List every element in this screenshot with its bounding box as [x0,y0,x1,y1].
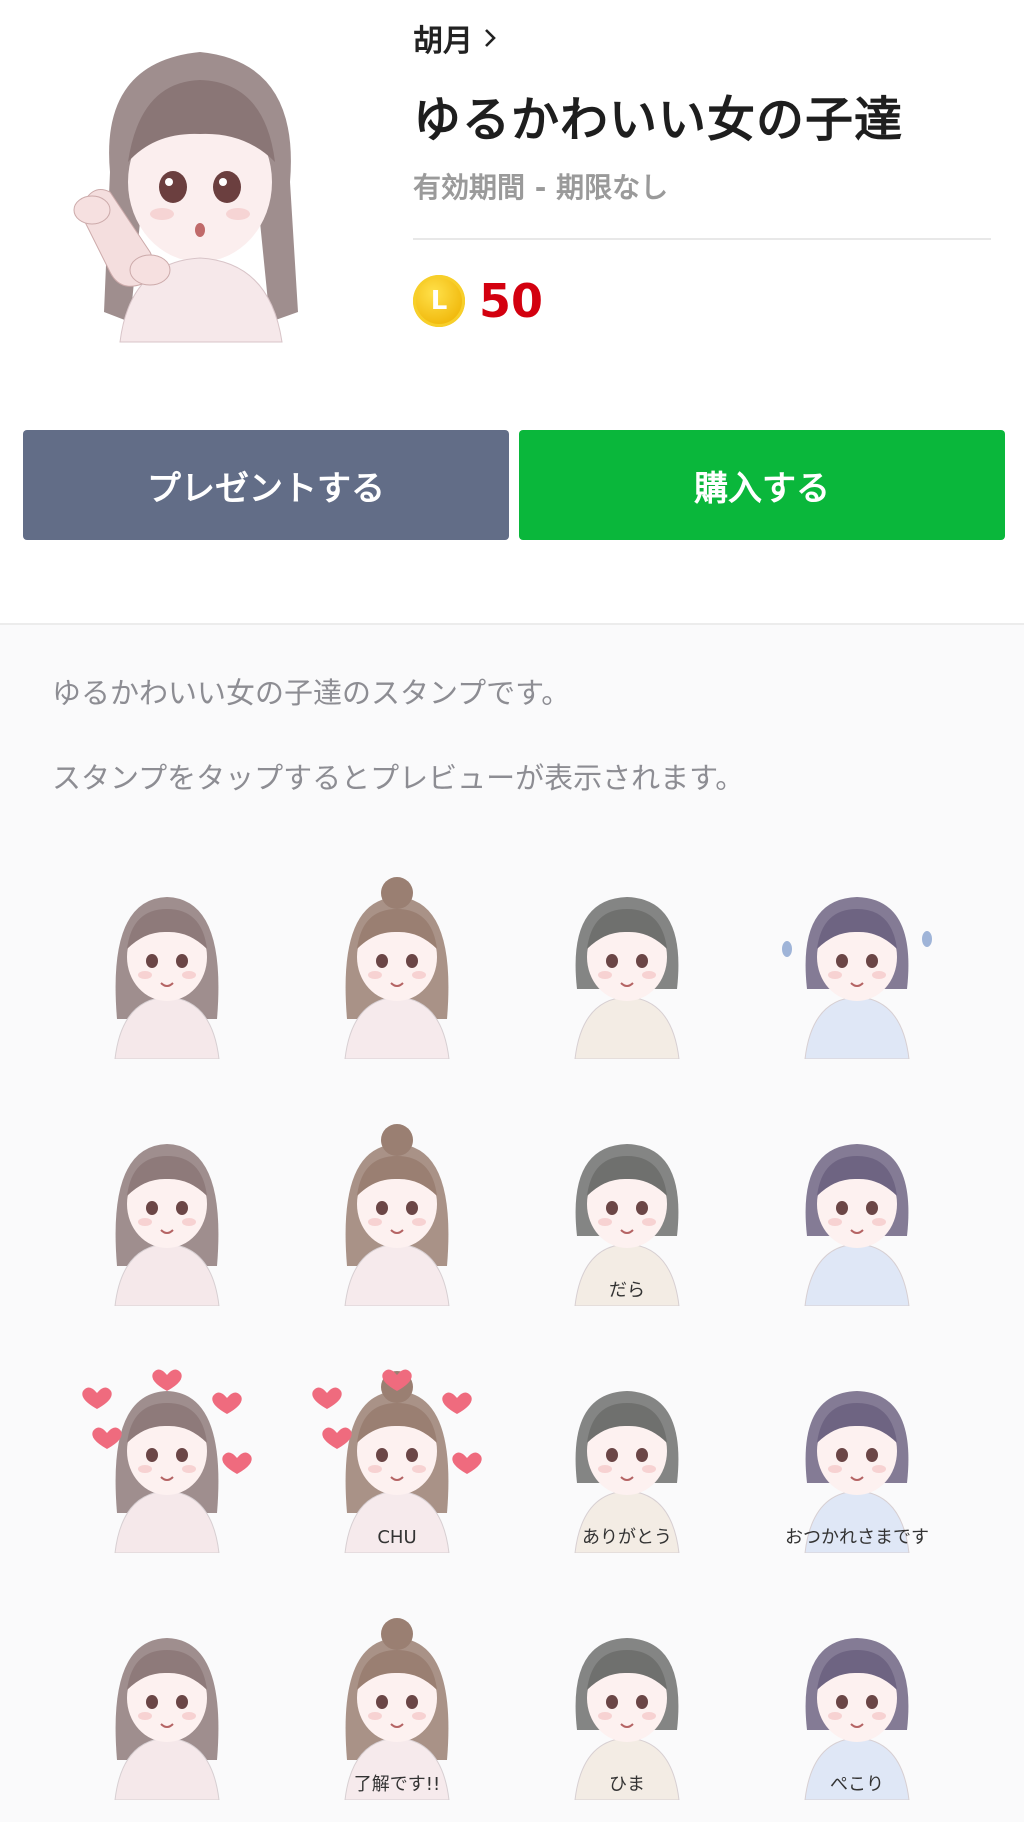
sticker-image [82,1368,252,1553]
sticker-phone-long-hair[interactable] [52,840,282,1087]
sticker-caption: ぺこり [830,1774,884,1795]
sticker-image: CHU [312,1368,482,1553]
sticker-long-hair-yawn[interactable] [52,1581,282,1828]
sticker-grid: だら CHU ありがとう おつかれさまです了解です!! ひま ぺこり [52,840,972,1828]
chevron-right-icon [485,29,496,47]
sticker-image [114,896,220,1059]
sticker-header: 胡月 ゆるかわいい女の子達 有効期間 - 期限なし L 50 プレゼントする 購… [0,0,1024,623]
sticker-caption: ありがとう [582,1527,672,1548]
sticker-image [114,1143,220,1306]
present-button[interactable]: プレゼントする [23,430,509,540]
sticker-details: ゆるかわいい女の子達のスタンプです。 スタンプをタップするとプレビューが表示され… [0,623,1024,1822]
sticker-image: だら [574,1143,680,1306]
buy-button[interactable]: 購入する [519,430,1005,540]
sticker-image [574,896,680,1059]
sticker-caption: ひま [609,1774,645,1795]
sticker-caption: CHU [377,1527,416,1548]
sticker-bun-pray[interactable] [282,840,512,1087]
sticker-description: ゆるかわいい女の子達のスタンプです。 [52,676,571,710]
sticker-image: ひま [574,1637,680,1800]
main-sticker-image [70,22,330,352]
sticker-image [114,1637,220,1800]
sticker-image [782,896,932,1059]
sticker-image: ぺこり [804,1637,910,1800]
sticker-long-hair-hearts[interactable] [52,1334,282,1581]
sticker-image [344,876,450,1059]
preview-hint: スタンプをタップするとプレビューが表示されます。 [52,761,745,795]
author-name[interactable]: 胡月 [413,16,473,60]
sticker-image: 了解です!! [344,1617,450,1800]
sticker-image: おつかれさまです [785,1390,929,1553]
sticker-bob-bow[interactable]: ぺこり [742,1581,972,1828]
sticker-bob-surprised[interactable] [742,1087,972,1334]
sticker-image: ありがとう [574,1390,680,1553]
sticker-image [344,1123,450,1306]
sticker-caption: 了解です!! [354,1774,440,1795]
sticker-title: ゆるかわいい女の子達 [413,92,904,148]
sticker-caption: おつかれさまです [785,1527,929,1548]
validity-text: 有効期間 - 期限なし [413,171,669,204]
sticker-short-hair-sweat[interactable]: だら [512,1087,742,1334]
divider [413,238,991,240]
sticker-caption: だら [609,1280,645,1301]
sticker-short-hair-sigh[interactable] [512,840,742,1087]
coin-letter: L [430,286,448,316]
author-link[interactable]: 胡月 [413,16,991,60]
sticker-short-hair-bored[interactable]: ひま [512,1581,742,1828]
sticker-bob-otsukare[interactable]: おつかれさまです [742,1334,972,1581]
line-coin-icon: L [413,275,465,327]
price: L 50 [413,274,991,328]
sticker-bun-chu[interactable]: CHU [282,1334,512,1581]
sticker-long-hair-annoyed[interactable] [52,1087,282,1334]
price-value: 50 [479,274,544,328]
sticker-image [804,1143,910,1306]
sticker-short-hair-thanks[interactable]: ありがとう [512,1334,742,1581]
sticker-bun-cheer[interactable] [282,1087,512,1334]
sticker-bob-crying[interactable] [742,840,972,1087]
sticker-bun-ryokai[interactable]: 了解です!! [282,1581,512,1828]
